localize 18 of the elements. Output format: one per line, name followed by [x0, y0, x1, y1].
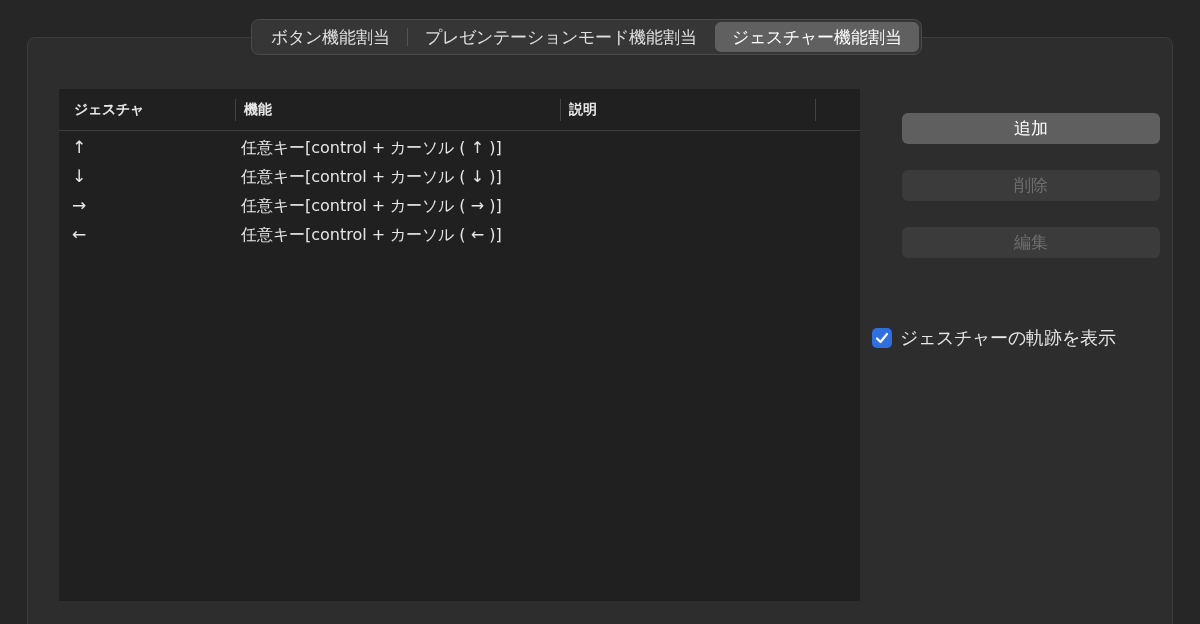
column-header[interactable]: 機能 — [244, 99, 272, 120]
table-cell: → — [72, 194, 87, 215]
column-header[interactable]: 説明 — [569, 99, 597, 120]
table-cell: ← — [72, 223, 87, 244]
column-header[interactable]: ジェスチャ — [74, 99, 144, 120]
tab[interactable]: ジェスチャー機能割当 — [715, 22, 919, 52]
table-cell: ↑ — [72, 136, 87, 157]
table-cell: 任意キー[control + カーソル ( ↓ )] — [241, 166, 502, 186]
tab[interactable]: ボタン機能割当 — [254, 22, 407, 52]
action-button[interactable]: 追加 — [902, 113, 1160, 144]
checkbox[interactable] — [872, 327, 892, 348]
table-cell: ↓ — [72, 165, 87, 186]
table-cell: 任意キー[control + カーソル ( ← )] — [241, 224, 502, 244]
checkbox-label: ジェスチャーの軌跡を表示 — [900, 326, 1116, 350]
table-cell: 任意キー[control + カーソル ( ↑ )] — [241, 137, 502, 157]
table-cell: 任意キー[control + カーソル ( → )] — [241, 195, 502, 215]
tab[interactable]: プレゼンテーションモード機能割当 — [408, 22, 714, 52]
checkmark-icon — [875, 330, 889, 345]
